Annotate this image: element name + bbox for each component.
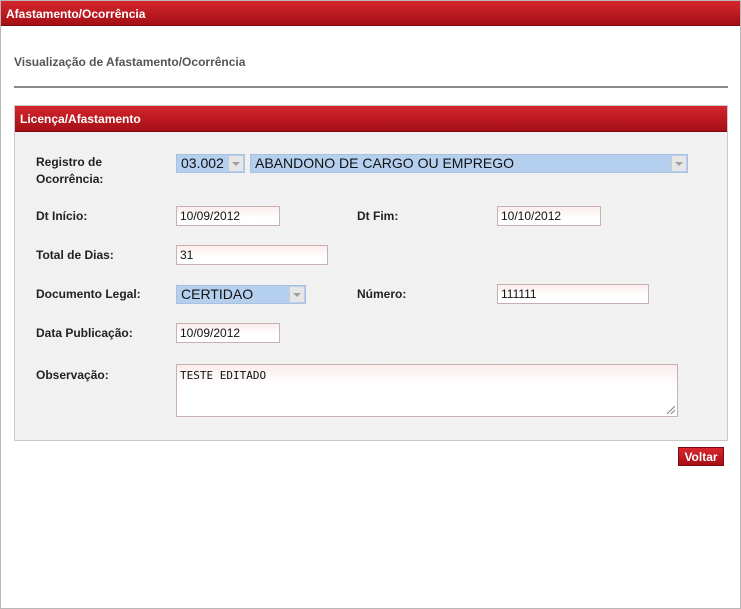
dt-inicio-label: Dt Início: [36, 209, 88, 223]
page-subtitle: Visualização de Afastamento/Ocorrência [14, 55, 246, 69]
documento-legal-select[interactable]: CERTIDAO [176, 285, 306, 304]
voltar-button[interactable]: Voltar [678, 447, 724, 466]
dt-inicio-field[interactable]: 10/09/2012 [176, 206, 280, 226]
resize-grip-icon[interactable] [667, 406, 675, 414]
divider [14, 86, 728, 88]
window-frame: Afastamento/Ocorrência Visualização de A… [0, 0, 741, 609]
numero-field[interactable]: 111111 [497, 284, 649, 304]
registro-code-value: 03.002 [181, 155, 224, 171]
registro-description-select[interactable]: ABANDONO DE CARGO OU EMPREGO [250, 154, 688, 173]
chevron-down-icon [289, 287, 304, 302]
registro-code-select[interactable]: 03.002 [176, 154, 245, 173]
observacao-value: TESTE EDITADO [180, 369, 267, 382]
registro-label: Registro de Ocorrência: [36, 155, 104, 186]
documento-legal-label: Documento Legal: [36, 287, 141, 301]
chevron-down-icon [228, 156, 243, 171]
observacao-textarea[interactable]: TESTE EDITADO [176, 364, 678, 417]
data-publicacao-field[interactable]: 10/09/2012 [176, 323, 280, 343]
panel-title: Licença/Afastamento [15, 106, 727, 132]
dt-fim-label: Dt Fim: [357, 209, 399, 223]
data-publicacao-label: Data Publicação: [36, 326, 133, 340]
dt-fim-field[interactable]: 10/10/2012 [497, 206, 601, 226]
total-dias-field[interactable]: 31 [176, 245, 328, 265]
observacao-label: Observação: [36, 368, 109, 382]
chevron-down-icon [671, 156, 686, 171]
numero-label: Número: [357, 287, 407, 301]
documento-legal-value: CERTIDAO [181, 286, 254, 302]
total-dias-label: Total de Dias: [36, 248, 114, 262]
registro-description-value: ABANDONO DE CARGO OU EMPREGO [255, 155, 515, 171]
window-title: Afastamento/Ocorrência [1, 1, 740, 26]
